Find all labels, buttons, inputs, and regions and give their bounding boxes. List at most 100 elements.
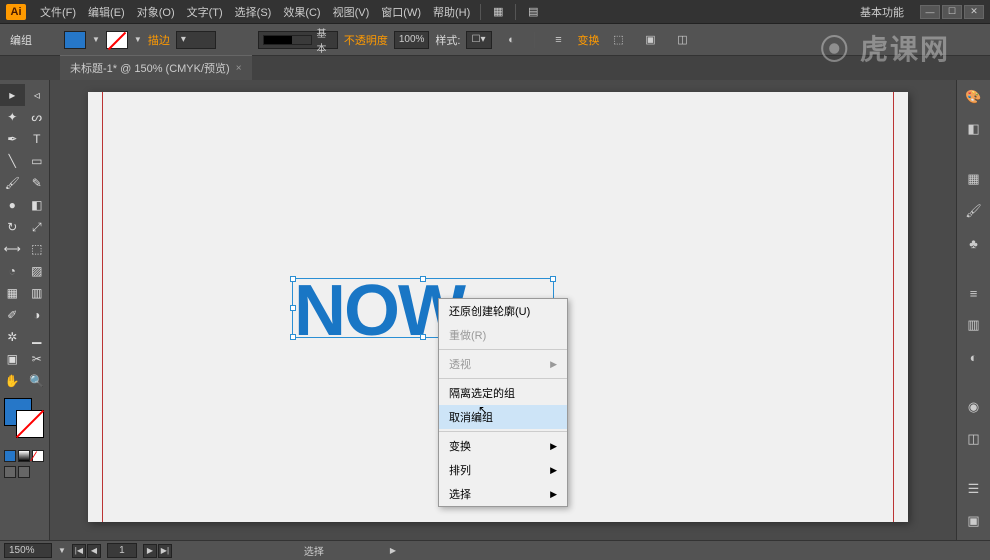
swatches-panel-icon[interactable]: ▦ — [963, 168, 985, 190]
pen-tool[interactable]: ✒ — [0, 128, 25, 150]
menu-window[interactable]: 窗口(W) — [375, 4, 427, 20]
artboard-tool[interactable]: ▣ — [0, 348, 25, 370]
arrange-docs-icon[interactable]: ▤ — [522, 3, 544, 21]
align-icon[interactable]: ≡ — [547, 31, 569, 49]
selection-handle[interactable] — [420, 276, 426, 282]
zoom-tool[interactable]: 🔍 — [25, 370, 50, 392]
stroke-color-swatch[interactable] — [16, 410, 44, 438]
transform-label[interactable]: 变换 — [577, 32, 599, 48]
transparency-panel-icon[interactable]: ◐ — [963, 346, 985, 368]
stroke-panel-icon[interactable]: ≡ — [963, 282, 985, 304]
selection-handle[interactable] — [290, 334, 296, 340]
mesh-tool[interactable]: ▦ — [0, 282, 25, 304]
selection-handle[interactable] — [550, 276, 556, 282]
ctx-arrange[interactable]: 排列▶ — [439, 458, 567, 482]
selection-tool[interactable]: ▸ — [0, 84, 25, 106]
free-transform-tool[interactable]: ⬚ — [25, 238, 50, 260]
draw-mode-icon[interactable] — [18, 466, 30, 478]
menu-select[interactable]: 选择(S) — [229, 4, 278, 20]
layers-panel-icon[interactable]: ☰ — [963, 478, 985, 500]
isolate-icon[interactable]: ⬚ — [607, 31, 629, 49]
maximize-button[interactable]: ☐ — [942, 5, 962, 19]
selection-handle[interactable] — [290, 305, 296, 311]
gradient-tool[interactable]: ▥ — [25, 282, 50, 304]
appearance-panel-icon[interactable]: ◉ — [963, 396, 985, 418]
brushes-panel-icon[interactable]: 🖌 — [963, 200, 985, 222]
recolor-icon[interactable]: ◐ — [500, 31, 522, 49]
pencil-tool[interactable]: ✎ — [25, 172, 50, 194]
stroke-dropdown-icon[interactable]: ▼ — [134, 35, 142, 44]
prev-artboard-button[interactable]: ◀ — [87, 544, 101, 558]
color-guide-panel-icon[interactable]: ◧ — [963, 118, 985, 140]
selection-handle[interactable] — [420, 334, 426, 340]
menu-object[interactable]: 对象(O) — [131, 4, 181, 20]
fill-dropdown-icon[interactable]: ▼ — [92, 35, 100, 44]
ctx-ungroup[interactable]: 取消编组 — [439, 405, 567, 429]
status-dropdown-icon[interactable]: ▶ — [390, 546, 396, 555]
symbol-sprayer-tool[interactable]: ✲ — [0, 326, 25, 348]
rectangle-tool[interactable]: ▭ — [25, 150, 50, 172]
menu-effect[interactable]: 效果(C) — [277, 4, 326, 20]
shape-builder-tool[interactable]: ◔ — [0, 260, 25, 282]
zoom-level-input[interactable]: 150% — [4, 543, 52, 558]
opacity-label[interactable]: 不透明度 — [344, 32, 388, 48]
width-tool[interactable]: ⟷ — [0, 238, 25, 260]
first-artboard-button[interactable]: |◀ — [72, 544, 86, 558]
rotate-tool[interactable]: ↻ — [0, 216, 25, 238]
artboard-number-input[interactable]: 1 — [107, 543, 137, 558]
brush-profile-dropdown[interactable]: 基本 — [258, 31, 338, 49]
graph-tool[interactable]: ▁ — [25, 326, 50, 348]
ctx-select[interactable]: 选择▶ — [439, 482, 567, 506]
ctx-undo-create-outlines[interactable]: 还原创建轮廓(U) — [439, 299, 567, 323]
blend-tool[interactable]: ◑ — [25, 304, 50, 326]
menu-edit[interactable]: 编辑(E) — [82, 4, 131, 20]
screen-mode-icon[interactable] — [4, 466, 16, 478]
line-tool[interactable]: ╲ — [0, 150, 25, 172]
perspective-tool[interactable]: ▨ — [25, 260, 50, 282]
graphic-styles-panel-icon[interactable]: ◫ — [963, 428, 985, 450]
menu-type[interactable]: 文字(T) — [181, 4, 229, 20]
mask-icon[interactable]: ▣ — [639, 31, 661, 49]
document-tab[interactable]: 未标题-1* @ 150% (CMYK/预览) × — [60, 55, 252, 80]
style-dropdown[interactable]: ☐▾ — [466, 31, 492, 49]
clip-icon[interactable]: ◫ — [671, 31, 693, 49]
blob-brush-tool[interactable]: ● — [0, 194, 25, 216]
paintbrush-tool[interactable]: 🖌 — [0, 172, 25, 194]
last-artboard-button[interactable]: ▶| — [158, 544, 172, 558]
type-tool[interactable]: T — [25, 128, 50, 150]
tab-close-icon[interactable]: × — [236, 63, 242, 74]
menu-file[interactable]: 文件(F) — [34, 4, 82, 20]
eyedropper-tool[interactable]: ✐ — [0, 304, 25, 326]
ctx-isolate-group[interactable]: 隔离选定的组 — [439, 381, 567, 405]
zoom-dropdown-icon[interactable]: ▼ — [58, 546, 66, 555]
color-panel-icon[interactable]: 🎨 — [963, 86, 985, 108]
canvas-area[interactable]: NOW 还原创建轮廓(U) 重做(R) 透视▶ 隔离选定的组 取消编组 变换▶ — [50, 80, 956, 540]
workspace-switcher[interactable]: 基本功能 — [852, 4, 912, 20]
close-button[interactable]: ✕ — [964, 5, 984, 19]
color-mode-icon[interactable] — [4, 450, 16, 462]
fill-swatch[interactable] — [64, 31, 86, 49]
stroke-label[interactable]: 描边 — [148, 32, 170, 48]
symbols-panel-icon[interactable]: ♣ — [963, 232, 985, 254]
opacity-input[interactable]: 100% — [394, 31, 430, 49]
none-mode-icon[interactable]: ⁄ — [32, 450, 44, 462]
magic-wand-tool[interactable]: ✦ — [0, 106, 25, 128]
menu-help[interactable]: 帮助(H) — [427, 4, 476, 20]
ctx-transform[interactable]: 变换▶ — [439, 434, 567, 458]
selection-handle[interactable] — [290, 276, 296, 282]
gradient-panel-icon[interactable]: ▥ — [963, 314, 985, 336]
scale-tool[interactable]: ⤢ — [25, 216, 50, 238]
menu-view[interactable]: 视图(V) — [327, 4, 376, 20]
slice-tool[interactable]: ✂ — [25, 348, 50, 370]
lasso-tool[interactable]: ᔕ — [25, 106, 50, 128]
fill-stroke-indicator[interactable] — [4, 398, 45, 442]
stroke-swatch[interactable] — [106, 31, 128, 49]
artboards-panel-icon[interactable]: ▣ — [963, 510, 985, 532]
hand-tool[interactable]: ✋ — [0, 370, 25, 392]
next-artboard-button[interactable]: ▶ — [143, 544, 157, 558]
layout-icon[interactable]: ▦ — [487, 3, 509, 21]
stroke-weight-input[interactable]: ▾ — [176, 31, 216, 49]
direct-selection-tool[interactable]: ◃ — [25, 84, 50, 106]
eraser-tool[interactable]: ◧ — [25, 194, 50, 216]
minimize-button[interactable]: — — [920, 5, 940, 19]
